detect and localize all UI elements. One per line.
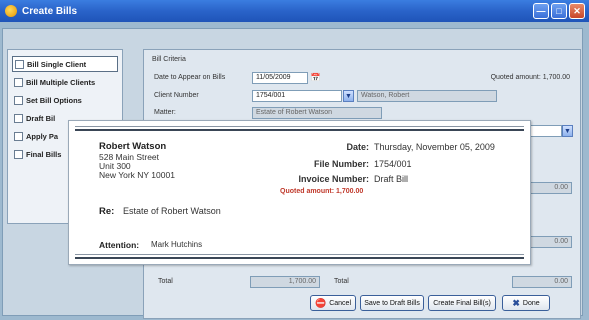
title-bar: Create Bills — □ ✕ [0,0,589,22]
nav-checkbox [14,77,23,87]
quoted-amount: Quoted amount: 1,700.00 [280,188,364,195]
cancel-button[interactable]: ⛔ Cancel [310,295,356,311]
divider [75,129,524,131]
total-label-right: Total [334,278,349,285]
divider [75,254,524,255]
nav-item-bill-single-client[interactable]: Bill Single Client [12,56,118,72]
re-label: Re: [99,206,115,217]
nav-item-label: Draft Bil [26,113,56,123]
cancel-button-label: Cancel [329,299,352,307]
maximize-button[interactable]: □ [551,3,567,19]
done-icon: ✖ [512,297,520,308]
address-line: New York NY 10001 [99,170,175,180]
client-number-input[interactable]: 1754/001 [252,90,342,102]
nav-item-bill-multiple-clients[interactable]: Bill Multiple Clients [12,74,118,90]
date-label: Date: [346,142,369,152]
re-value: Estate of Robert Watson [123,206,221,216]
nav-item-label: Bill Single Client [27,59,87,69]
attention-value: Mark Hutchins [151,240,203,249]
done-button[interactable]: ✖ Done [502,295,550,311]
create-final-button[interactable]: Create Final Bill(s) [428,295,496,311]
window-controls: — □ ✕ [533,3,585,19]
divider [75,257,524,259]
total-field-right: 0.00 [512,276,572,288]
invoice-number-value: Draft Bill [374,174,409,184]
save-draft-button-label: Save to Draft Bills [364,299,420,307]
group-label: Bill Criteria [152,56,186,63]
save-draft-button[interactable]: Save to Draft Bills [360,295,424,311]
quoted-amount-value: 1,700.00 [542,74,570,81]
nav-item-label: Apply Pa [26,131,59,141]
date-input[interactable]: 11/05/2009 [252,72,308,84]
dialog-frame: Bill Single Client Bill Multiple Clients… [2,28,583,319]
divider [75,126,524,127]
window-title: Create Bills [22,5,78,17]
file-number-value: 1754/001 [374,159,412,169]
matter-field: Estate of Robert Watson [252,107,382,119]
client-number-label: Client Number [154,92,199,99]
app-logo-icon [5,5,17,17]
date-value: Thursday, November 05, 2009 [374,142,495,152]
nav-item-label: Bill Multiple Clients [26,77,96,87]
total-field-left: 1,700.00 [250,276,320,288]
matter-label: Matter: [154,109,176,116]
calendar-icon[interactable]: 📅 [310,72,321,83]
minimize-button[interactable]: — [533,3,549,19]
invoice-number-label: Invoice Number: [298,174,369,184]
chevron-down-icon[interactable]: ▼ [343,90,354,102]
nav-checkbox [14,131,23,141]
cancel-icon: ⛔ [315,297,327,308]
attention-label: Attention: [99,240,140,250]
nav-checkbox [14,149,23,159]
nav-checkbox [15,59,24,69]
nav-item-label: Set Bill Options [26,95,82,105]
quoted-amount-display: Quoted amount: 1,700.00 [491,74,570,81]
chevron-down-icon[interactable]: ▼ [562,125,573,137]
total-label-left: Total [158,278,173,285]
quoted-amount-label: Quoted amount: [490,74,541,81]
nav-item-label: Final Bills [26,149,62,159]
client-name: Robert Watson [99,141,167,152]
file-number-label: File Number: [313,159,369,169]
nav-checkbox [14,95,23,105]
create-final-button-label: Create Final Bill(s) [433,299,491,307]
invoice-preview-popup: Robert Watson 528 Main Street Unit 300 N… [68,120,531,265]
client-name-field: Watson, Robert [357,90,497,102]
nav-checkbox [14,113,23,123]
done-button-label: Done [522,299,540,307]
close-button[interactable]: ✕ [569,3,585,19]
client-area: Bill Single Client Bill Multiple Clients… [0,22,589,320]
date-label: Date to Appear on Bills [154,74,226,81]
nav-item-set-bill-options[interactable]: Set Bill Options [12,92,118,108]
